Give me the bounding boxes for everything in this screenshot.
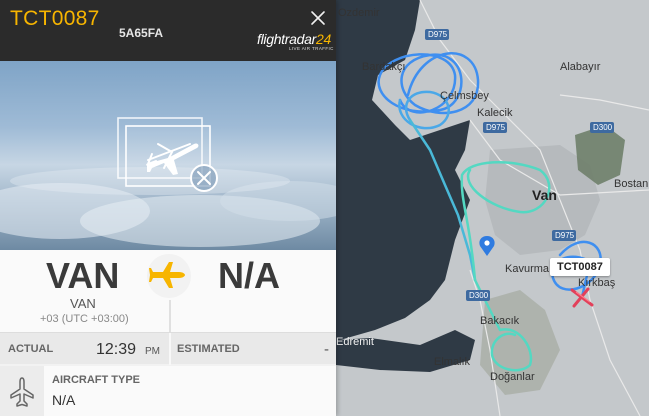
svg-text:D975: D975 <box>428 30 448 39</box>
origin-timezone: +03 (UTC +03:00) <box>40 313 129 325</box>
origin-city: VAN <box>70 296 96 311</box>
map-place-doganlar: Doğanlar <box>490 371 535 383</box>
road-tag-d975-mid: D975 <box>483 122 507 133</box>
actual-ampm: PM <box>145 346 160 357</box>
map-place-van: Van <box>532 187 557 203</box>
map-flight-tag[interactable]: TCT0087 <box>550 258 610 276</box>
map-place-celmsbey: Çelmsbey <box>440 90 489 102</box>
map-place-kavurma: Kavurma <box>505 263 550 275</box>
estimated-label: ESTIMATED <box>177 343 240 355</box>
map-place-bakacik: Bakacık <box>480 315 520 327</box>
route-divider <box>169 300 171 336</box>
map-place-ozdemir: Ozdemir <box>338 7 380 19</box>
map-place-bardakci: Bardakçı <box>362 61 405 73</box>
map-place-kalecik: Kalecik <box>477 107 513 119</box>
no-photo-plane-icon <box>117 117 218 192</box>
logo-tagline: LIVE AIR TRAFFIC <box>289 46 334 51</box>
times-divider <box>169 333 171 365</box>
road-tag-d975-south: D975 <box>552 230 576 241</box>
callsign: TCT0087 <box>10 7 100 30</box>
times-row: ACTUAL 12:39 PM ESTIMATED - <box>0 332 336 365</box>
actual-label: ACTUAL <box>8 343 54 355</box>
airplane-icon <box>149 262 185 288</box>
hex-code: 5A65FA <box>119 26 164 40</box>
map-place-edremit: Edremit <box>336 336 374 348</box>
road-tag-d975-north: D975 <box>425 29 449 40</box>
map-place-elmalik: Elmalık <box>434 356 471 368</box>
close-icon[interactable] <box>309 9 327 27</box>
map-place-bostan: Bostan <box>614 178 648 190</box>
aircraft-type-row[interactable]: AIRCRAFT TYPE N/A <box>0 366 336 416</box>
road-tag-d300-east: D300 <box>590 122 614 133</box>
aircraft-type-label: AIRCRAFT TYPE <box>52 374 140 386</box>
estimated-value: - <box>324 341 329 358</box>
route-section: VAN N/A VAN +03 (UTC +03:00) <box>0 250 336 336</box>
flightradar24-logo: flightradar24 <box>257 31 331 47</box>
map-place-kirkbas: Kırkbaş <box>578 277 616 289</box>
destination-code: N/A <box>218 255 280 296</box>
aircraft-photo[interactable] <box>0 61 336 250</box>
aircraft-type-value: N/A <box>52 392 76 408</box>
map-place-alabayir: Alabayır <box>560 61 601 73</box>
actual-time: 12:39 <box>96 341 137 358</box>
road-tag-d300-south: D300 <box>466 290 490 301</box>
aircraft-type-icon <box>10 377 34 407</box>
svg-text:D300: D300 <box>469 291 489 300</box>
aircraft-icon-box <box>0 366 44 416</box>
svg-text:D975: D975 <box>486 123 506 132</box>
panel-header: TCT0087 5A65FA flightradar24 LIVE AIR TR… <box>0 0 336 61</box>
svg-text:D975: D975 <box>555 231 575 240</box>
logo-accent: 24 <box>315 31 331 47</box>
logo-main: flightradar <box>257 31 316 47</box>
flight-info-panel: TCT0087 5A65FA flightradar24 LIVE AIR TR… <box>0 0 336 416</box>
route-plane-badge <box>147 254 191 298</box>
origin-code: VAN <box>46 255 120 296</box>
svg-text:D300: D300 <box>593 123 613 132</box>
